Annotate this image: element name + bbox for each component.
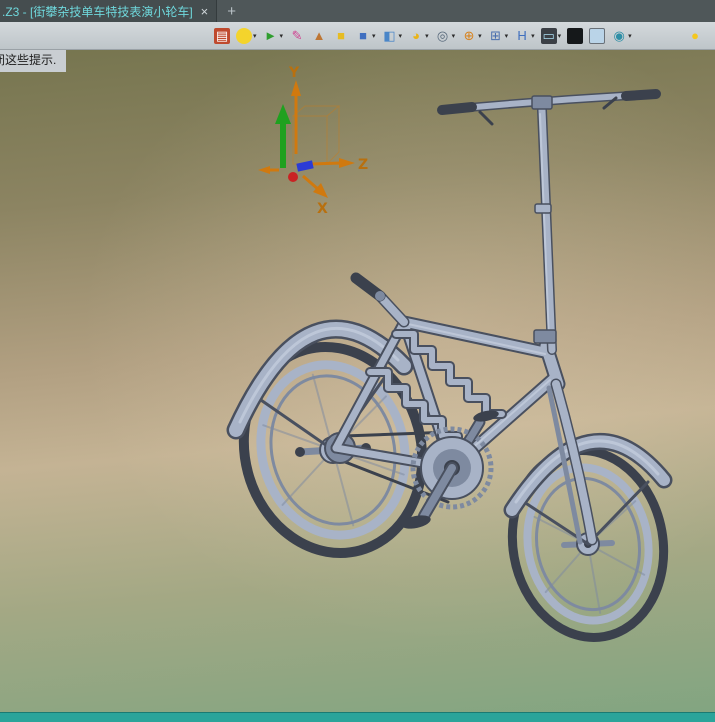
tab-bar: .Z3 - [街攀杂技单车特技表演小轮车] × + (0, 0, 715, 22)
point-snap-icon[interactable]: ⊕ ▾ (459, 25, 484, 47)
bicycle-3d-model[interactable] (0, 50, 715, 712)
document-tab[interactable]: .Z3 - [街攀杂技单车特技表演小轮车] × (0, 0, 218, 22)
cube-blue-icon[interactable]: ■ ▾ (353, 25, 378, 47)
point-snap-icon-glyph: ⊕ (463, 28, 475, 43)
view-manager-icon[interactable]: ▤ (212, 25, 232, 47)
view-manager-icon-glyph: ▤ (214, 27, 230, 44)
viewport-3d[interactable]: 闭这些提示. Y Z (0, 50, 715, 712)
visibility-icon-dropdown-caret-icon[interactable]: ▾ (628, 32, 632, 40)
handlebar[interactable] (437, 89, 661, 126)
bulb-icon[interactable]: ▾ (234, 25, 259, 47)
bulb-icon-glyph (236, 27, 252, 44)
swatch-blue-icon-glyph (589, 27, 606, 44)
tab-close-icon[interactable]: × (201, 5, 209, 18)
swatch-black-icon-glyph (567, 27, 584, 44)
cube-blue-icon-dropdown-caret-icon[interactable]: ▾ (372, 32, 376, 40)
appearance-icon-glyph: ◧ (383, 28, 396, 43)
swatch-black-icon[interactable] (565, 25, 585, 47)
app-window: .Z3 - [街攀杂技单车特技表演小轮车] × + ▤ ▾ ► ▾ ✎ ▲ ■ ■ ▾ ◧ ▾ ◕ ▾ ◎… (0, 0, 715, 722)
status-strip (0, 712, 715, 722)
visibility-icon[interactable]: ◉ ▾ (609, 25, 634, 47)
cube-blue-icon-glyph: ■ (359, 28, 367, 43)
select-arrow-icon-dropdown-caret-icon[interactable]: ▾ (280, 32, 284, 40)
box-yellow-icon[interactable]: ■ (331, 25, 351, 47)
select-arrow-icon-glyph: ► (264, 28, 277, 43)
toolbar-icon-strip: ▤ ▾ ► ▾ ✎ ▲ ■ ■ ▾ ◧ ▾ ◕ ▾ ◎ ▾ ⊕ ▾ ⊞ ▾ H ▾ ▭ ▾ ◉ ▾ ● (0, 22, 715, 50)
swatch-blue-icon[interactable] (587, 25, 607, 47)
new-tab-button[interactable]: + (217, 0, 246, 22)
section-pie-icon[interactable]: ◕ ▾ (406, 25, 431, 47)
ruler-icon-dropdown-caret-icon[interactable]: ▾ (531, 32, 535, 40)
window-layout-icon-glyph: ⊞ (490, 28, 502, 43)
point-snap-icon-dropdown-caret-icon[interactable]: ▾ (478, 32, 482, 40)
display-mode-icon-glyph: ▭ (540, 27, 557, 44)
hint-bulb-icon-glyph: ● (691, 28, 699, 43)
steering-stem[interactable] (533, 105, 557, 355)
sketch-pencil-icon-glyph: ✎ (291, 28, 303, 43)
ruler-icon[interactable]: H ▾ (512, 25, 537, 47)
visibility-icon-glyph: ◉ (613, 28, 625, 43)
box-yellow-icon-glyph: ■ (337, 28, 345, 43)
hint-bulb-icon[interactable]: ● (685, 25, 705, 47)
display-mode-icon[interactable]: ▭ ▾ (539, 25, 564, 47)
section-pie-icon-glyph: ◕ (412, 28, 420, 43)
zoom-icon-glyph: ◎ (436, 28, 449, 43)
window-layout-icon-dropdown-caret-icon[interactable]: ▾ (505, 32, 509, 40)
appearance-icon[interactable]: ◧ ▾ (380, 25, 405, 47)
sketch-pencil-icon[interactable]: ✎ (287, 25, 307, 47)
ruler-icon-glyph: H (517, 28, 527, 43)
cone-icon-glyph: ▲ (312, 28, 326, 43)
cone-icon[interactable]: ▲ (309, 25, 329, 47)
zoom-icon[interactable]: ◎ ▾ (433, 25, 458, 47)
seat-grip[interactable] (350, 272, 410, 328)
bulb-icon-dropdown-caret-icon[interactable]: ▾ (253, 32, 257, 40)
zoom-icon-dropdown-caret-icon[interactable]: ▾ (452, 32, 456, 40)
select-arrow-icon[interactable]: ► ▾ (261, 25, 286, 47)
document-tab-title: .Z3 - [街攀杂技单车特技表演小轮车] (2, 4, 193, 19)
display-mode-icon-dropdown-caret-icon[interactable]: ▾ (558, 32, 562, 40)
appearance-icon-dropdown-caret-icon[interactable]: ▾ (399, 32, 403, 40)
window-layout-icon[interactable]: ⊞ ▾ (486, 25, 511, 47)
section-pie-icon-dropdown-caret-icon[interactable]: ▾ (425, 32, 429, 40)
